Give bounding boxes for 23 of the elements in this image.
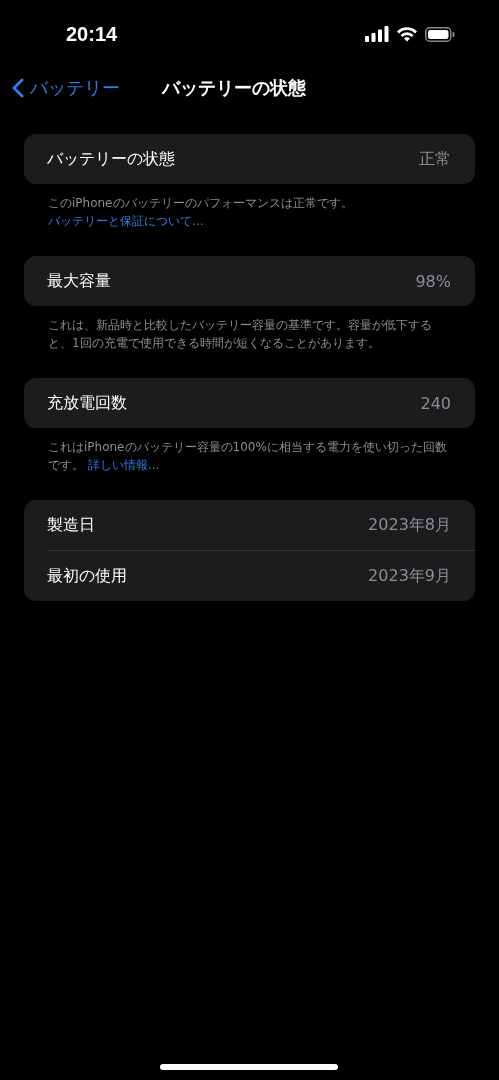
- row-value: 2023年8月: [368, 514, 451, 536]
- row-label: バッテリーの状態: [47, 148, 175, 170]
- info-link[interactable]: バッテリーと保証について...: [48, 214, 204, 228]
- row-value: 98%: [415, 271, 451, 291]
- signal-icon: [365, 26, 389, 42]
- footer-text: これはiPhoneのバッテリー容量の100%に相当する電力を使い切った回数です。 詳しい情報...: [47, 439, 448, 474]
- row-label: 最大容量: [47, 270, 111, 292]
- footer-text: このiPhoneのバッテリーのパフォーマンスは正常です。 バッテリーと保証について...: [47, 195, 354, 230]
- battery-icon: [425, 26, 455, 42]
- chevron-left-icon: [12, 78, 24, 98]
- row-label: 最初の使用: [47, 565, 127, 587]
- page-title: バッテリーの状態: [162, 76, 306, 100]
- back-label[interactable]: バッテリー: [30, 76, 120, 100]
- row-label: 製造日: [47, 514, 95, 536]
- row-label: 充放電回数: [47, 392, 127, 414]
- back-button[interactable]: バッテリー: [12, 76, 120, 100]
- status-time: 20:14: [66, 22, 118, 46]
- info-link[interactable]: 詳しい情報...: [87, 458, 160, 472]
- row-value: 240: [420, 393, 451, 413]
- wifi-icon: [396, 26, 418, 42]
- row-value: 正常: [419, 148, 451, 170]
- footer-text: これは、新品時と比較したバッテリー容量の基準です。容量が低下すると、1回の充電で使用できる時間が短くなることがあります。: [47, 317, 433, 352]
- row-value: 2023年9月: [368, 565, 451, 587]
